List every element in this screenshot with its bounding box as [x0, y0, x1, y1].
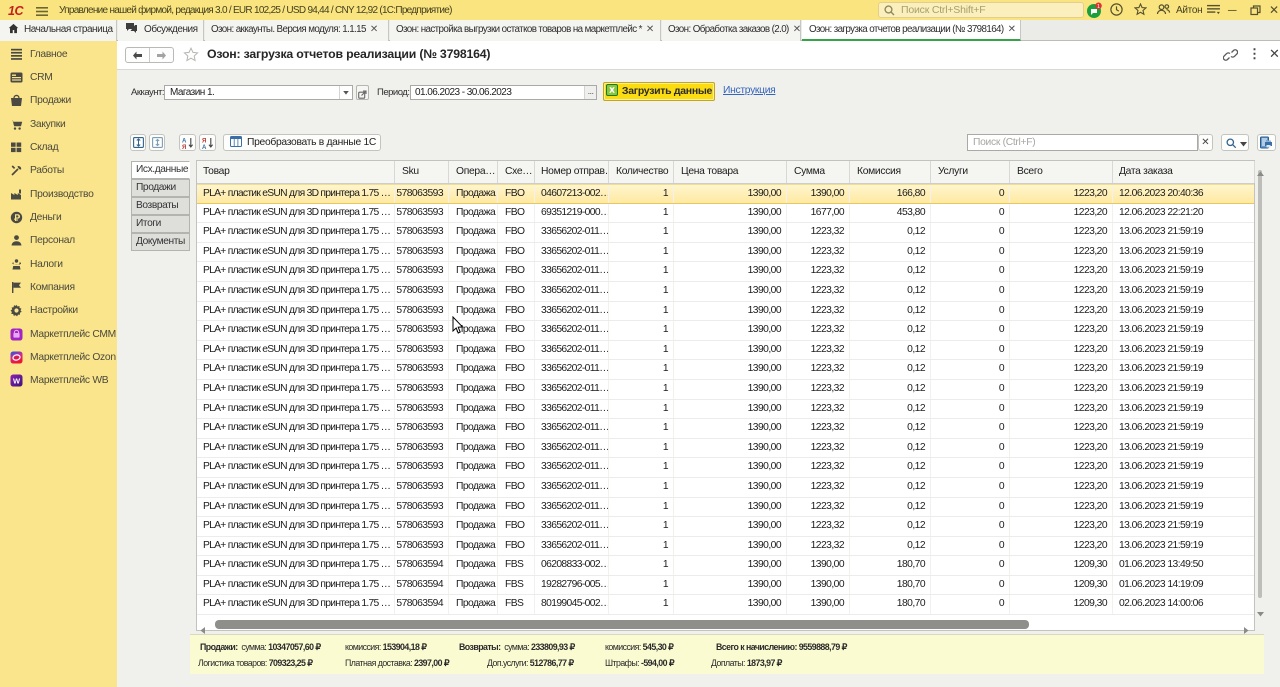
svg-text:1: 1 — [1097, 4, 1100, 10]
svg-text:А: А — [202, 145, 207, 149]
svg-text:А: А — [182, 138, 187, 144]
svg-text:Я: Я — [202, 138, 206, 144]
svg-text:Я: Я — [182, 145, 186, 149]
svg-text:W: W — [13, 377, 21, 386]
